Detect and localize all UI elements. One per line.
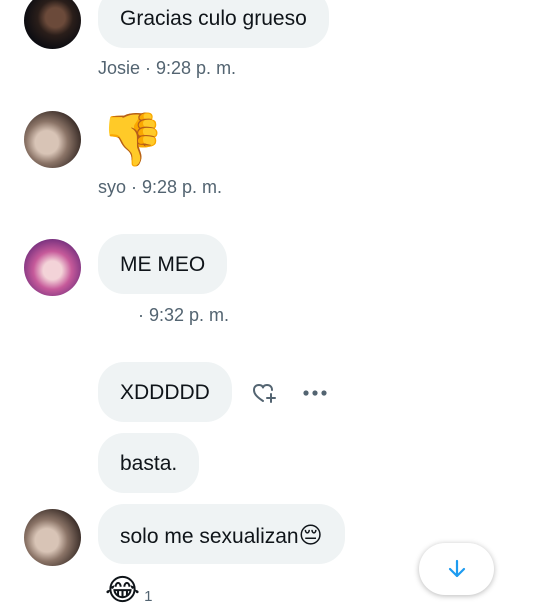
- heart-plus-icon[interactable]: [247, 376, 281, 410]
- message-meta: Josie · 9:28 p. m.: [98, 58, 237, 78]
- scroll-to-bottom-button[interactable]: [419, 543, 494, 595]
- avatar-syo[interactable]: [24, 509, 81, 566]
- message-text: Gracias culo grueso: [120, 7, 307, 30]
- message-bubble[interactable]: XDDDDD: [98, 362, 232, 422]
- message-bubble[interactable]: basta.: [98, 433, 200, 493]
- reaction-count: 1: [144, 587, 153, 605]
- avatar-syo[interactable]: [24, 111, 81, 168]
- message-bubble[interactable]: Gracias culo grueso: [98, 0, 329, 48]
- message-text: ME MEO: [120, 253, 206, 276]
- more-icon[interactable]: [298, 376, 332, 410]
- reaction-summary[interactable]: 😂 1: [105, 576, 152, 606]
- arrow-down-icon: [448, 559, 465, 578]
- thumbs-down-emoji: 👎: [100, 111, 165, 169]
- message-meta: · 9:32 p. m.: [138, 305, 230, 325]
- message-bubble[interactable]: solo me sexualizan😔: [98, 504, 345, 564]
- avatar-josie[interactable]: [24, 0, 81, 49]
- avatar-user[interactable]: [24, 239, 81, 296]
- message-bubble[interactable]: ME MEO: [98, 234, 228, 294]
- message-text: XDDDDD: [120, 381, 210, 404]
- tears-of-joy-emoji: 😂: [105, 574, 141, 607]
- pensive-emoji: 😔: [298, 522, 323, 548]
- message-meta: syo · 9:28 p. m.: [98, 177, 223, 197]
- message-text: basta.: [120, 452, 178, 475]
- message-text: solo me sexualizan: [120, 525, 299, 548]
